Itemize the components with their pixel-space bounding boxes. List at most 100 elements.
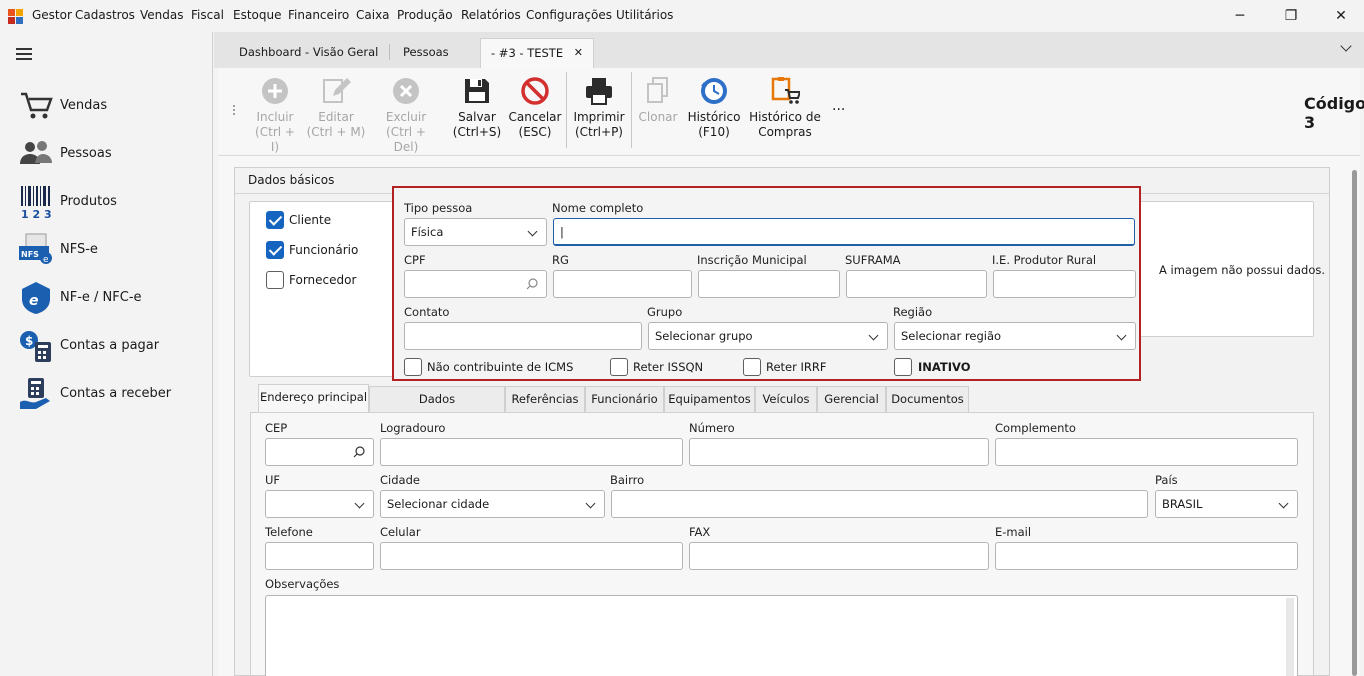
excluir-button[interactable]: Excluir (Ctrl + Del)	[374, 76, 438, 155]
tab-pessoas[interactable]: Pessoas	[393, 38, 477, 68]
uf-select[interactable]	[265, 490, 374, 518]
tab-veiculos[interactable]: Veículos	[755, 386, 817, 413]
menu-relatorios[interactable]: Relatórios	[461, 8, 521, 22]
incluir-button[interactable]: Incluir (Ctrl + I)	[250, 76, 300, 155]
nao-contribuinte-icms-checkbox[interactable]	[404, 358, 422, 376]
cidade-select[interactable]: Selecionar cidade	[380, 490, 605, 518]
telefone-input[interactable]	[265, 542, 374, 570]
svg-text:e: e	[43, 255, 49, 265]
menu-producao[interactable]: Produção	[397, 8, 453, 22]
cep-input[interactable]	[265, 438, 374, 466]
chevron-down-icon[interactable]	[1340, 40, 1352, 52]
tab-funcionario[interactable]: Funcionário	[585, 386, 664, 413]
contato-input[interactable]	[404, 322, 642, 350]
tab-referencias[interactable]: Referências	[505, 386, 585, 413]
reter-issqn-checkbox[interactable]	[610, 358, 628, 376]
historico-button[interactable]: Histórico (F10)	[686, 76, 742, 140]
regiao-select[interactable]: Selecionar região	[894, 322, 1136, 350]
observacoes-scrollbar[interactable]	[1286, 598, 1294, 676]
imprimir-button[interactable]: Imprimir (Ctrl+P)	[572, 76, 626, 140]
close-tab-icon[interactable]: ✕	[574, 39, 583, 67]
fax-input[interactable]	[689, 542, 989, 570]
nfe-icon: e	[22, 282, 50, 314]
bairro-label: Bairro	[610, 473, 645, 487]
email-input[interactable]	[995, 542, 1298, 570]
sidebar-item-vendas[interactable]: Vendas	[18, 88, 208, 124]
menu-cadastros[interactable]: Cadastros	[75, 8, 135, 22]
tab-teste[interactable]: - #3 - TESTE ✕	[480, 38, 594, 68]
chevron-down-icon	[585, 498, 596, 509]
menu-fiscal[interactable]: Fiscal	[191, 8, 224, 22]
sidebar-item-label: NF-e / NFC-e	[60, 290, 142, 305]
logradouro-input[interactable]	[380, 438, 683, 466]
more-actions-button[interactable]: ...	[832, 98, 845, 114]
tab-separator	[389, 44, 390, 60]
sidebar-item-label: Produtos	[60, 194, 117, 209]
pais-select[interactable]: BRASIL	[1155, 490, 1298, 518]
numero-input[interactable]	[689, 438, 989, 466]
observacoes-textarea[interactable]	[265, 595, 1298, 676]
sidebar: Vendas Pessoas 1 2 3 Produtos NFS e NFS-e…	[0, 32, 213, 676]
cliente-label: Cliente	[289, 213, 332, 227]
sidebar-item-contas-receber[interactable]: Contas a receber	[18, 376, 208, 412]
cpf-label: CPF	[404, 253, 426, 267]
cpf-input[interactable]	[404, 270, 547, 298]
nome-completo-input[interactable]: |	[553, 218, 1135, 246]
close-window-icon[interactable]: ✕	[1331, 6, 1351, 26]
menu-bar: Gestor Cadastros Vendas Fiscal Estoque F…	[0, 0, 1364, 32]
cancel-icon	[521, 77, 549, 105]
vertical-scrollbar[interactable]	[1352, 170, 1357, 676]
hamburger-menu-icon[interactable]	[16, 48, 32, 60]
image-box[interactable]: A imagem não possui dados.	[1134, 201, 1325, 337]
cart-icon	[21, 92, 53, 119]
tab-gerencial[interactable]: Gerencial	[817, 386, 886, 413]
tab-dados-complementares[interactable]: Dados complementares	[369, 386, 505, 431]
historico-compras-button[interactable]: Histórico de Compras	[748, 76, 822, 140]
menu-utilitarios[interactable]: Utilitários	[616, 8, 673, 22]
salvar-button[interactable]: Salvar (Ctrl+S)	[452, 76, 502, 140]
grupo-select[interactable]: Selecionar grupo	[648, 322, 888, 350]
menu-gestor[interactable]: Gestor	[32, 8, 72, 22]
cliente-checkbox[interactable]	[266, 211, 284, 229]
tab-equipamentos[interactable]: Equipamentos	[664, 386, 755, 413]
save-icon	[465, 79, 489, 103]
sidebar-item-label: Pessoas	[60, 146, 112, 161]
sidebar-item-nfe[interactable]: e NF-e / NFC-e	[18, 280, 208, 316]
menu-vendas[interactable]: Vendas	[140, 8, 184, 22]
ie-produtor-input[interactable]	[993, 270, 1136, 298]
tab-endereco-principal[interactable]: Endereço principal	[258, 384, 369, 413]
sidebar-item-pessoas[interactable]: Pessoas	[18, 136, 208, 172]
uf-label: UF	[265, 473, 281, 487]
sidebar-item-contas-pagar[interactable]: $ Contas a pagar	[18, 328, 208, 364]
reter-irrf-checkbox[interactable]	[743, 358, 761, 376]
complemento-input[interactable]	[995, 438, 1298, 466]
inativo-checkbox[interactable]	[894, 358, 912, 376]
tab-documentos[interactable]: Documentos	[886, 386, 969, 413]
tab-dashboard[interactable]: Dashboard - Visão Geral	[229, 38, 389, 68]
suframa-input[interactable]	[846, 270, 987, 298]
logradouro-label: Logradouro	[380, 421, 446, 435]
telefone-label: Telefone	[265, 525, 313, 539]
sidebar-item-nfse[interactable]: NFS e NFS-e	[18, 232, 208, 268]
inscricao-municipal-input[interactable]	[698, 270, 840, 298]
funcionario-checkbox[interactable]	[266, 241, 284, 259]
cancelar-button[interactable]: Cancelar (ESC)	[508, 76, 562, 140]
clonar-button[interactable]: Clonar	[636, 76, 680, 125]
editar-button[interactable]: Editar (Ctrl + M)	[306, 76, 366, 140]
fornecedor-checkbox[interactable]	[266, 271, 284, 289]
rg-input[interactable]	[553, 270, 692, 298]
tipo-pessoa-select[interactable]: Física	[404, 218, 547, 246]
menu-financeiro[interactable]: Financeiro	[288, 8, 349, 22]
menu-caixa[interactable]: Caixa	[356, 8, 390, 22]
fornecedor-label: Fornecedor	[289, 273, 357, 287]
minimize-icon[interactable]: ─	[1230, 6, 1250, 26]
sidebar-item-produtos[interactable]: 1 2 3 Produtos	[18, 184, 208, 220]
funcionario-label: Funcionário	[289, 243, 359, 257]
restore-icon[interactable]: ❐	[1281, 6, 1301, 26]
menu-estoque[interactable]: Estoque	[233, 8, 282, 22]
grip-handle[interactable]	[232, 104, 236, 116]
bairro-input[interactable]	[611, 490, 1148, 518]
menu-configuracoes[interactable]: Configurações	[526, 8, 612, 22]
fax-label: FAX	[689, 525, 711, 539]
celular-input[interactable]	[380, 542, 683, 570]
